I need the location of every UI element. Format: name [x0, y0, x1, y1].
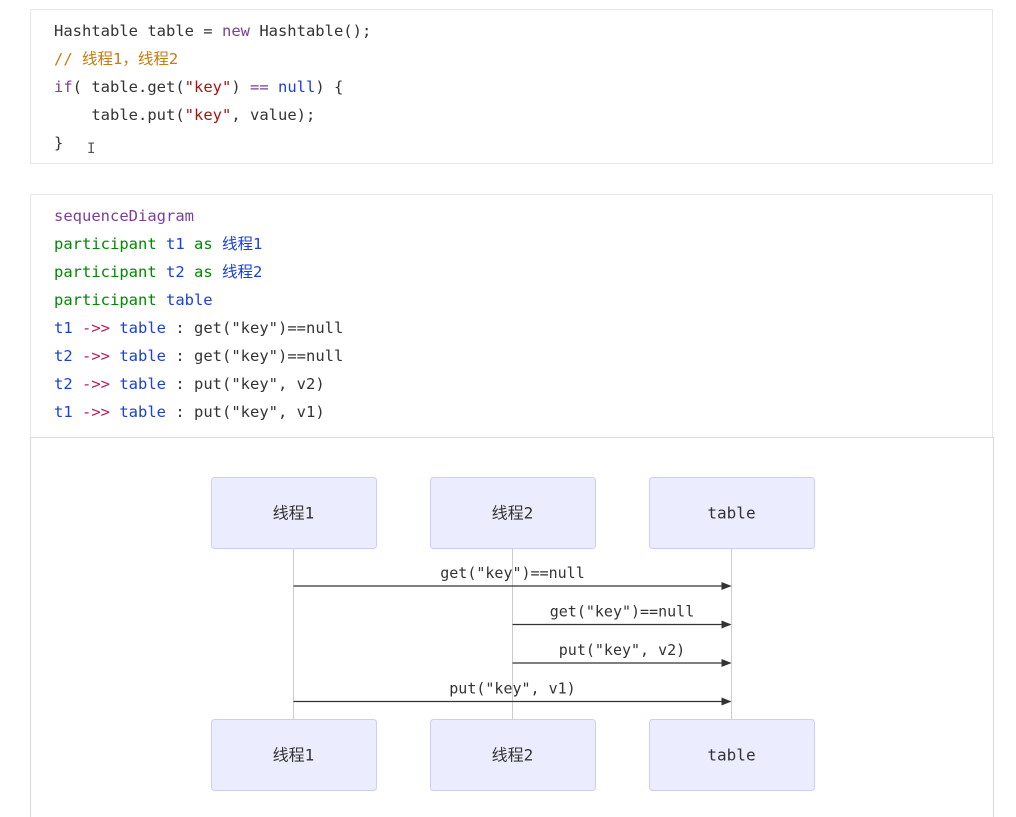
code-token: if	[54, 78, 73, 96]
code-block-hashtable[interactable]: Hashtable table = new Hashtable(); // 线程…	[30, 9, 993, 164]
code-token: : get("key")==null	[166, 347, 344, 365]
code-token: t1	[165, 235, 185, 253]
actor-label-t1-top: 线程1	[273, 504, 315, 523]
code-token: as	[184, 235, 222, 253]
code-line: t2 ->> table : put("key", v2)	[54, 370, 325, 398]
sequence-diagram-svg: 线程1 线程1 线程2 线程2 table table get("key")==null g…	[211, 477, 815, 791]
code-token: table	[119, 403, 167, 421]
code-token: 线程2	[221, 263, 263, 281]
text-cursor-icon: I	[87, 141, 96, 157]
code-token: participant	[54, 235, 166, 253]
code-line: participant t2 as 线程2	[54, 258, 262, 286]
code-token: ->>	[72, 403, 120, 421]
code-token: 线程1	[221, 235, 263, 253]
code-token: participant	[54, 263, 166, 281]
code-token: table	[165, 291, 213, 309]
message-label: get("key")==null	[440, 564, 585, 582]
code-token: t1	[54, 403, 73, 421]
code-line: Hashtable table = new Hashtable();	[54, 17, 371, 45]
code-token: table	[119, 347, 167, 365]
code-line: participant table	[54, 286, 213, 314]
code-token: "key"	[184, 78, 232, 96]
code-token: ) {	[315, 78, 344, 96]
code-token: "key"	[184, 106, 232, 124]
message-label: put("key", v2)	[559, 641, 685, 659]
code-line: participant t1 as 线程1	[54, 230, 262, 258]
code-line: }	[54, 129, 63, 157]
message-label: get("key")==null	[550, 603, 695, 621]
code-token: : put("key", v2)	[166, 375, 325, 393]
code-block-mermaid[interactable]: sequenceDiagram participant t1 as 线程1 pa…	[30, 194, 993, 438]
actor-label-t2-top: 线程2	[492, 504, 534, 523]
code-line: t1 ->> table : put("key", v1)	[54, 398, 325, 426]
code-line: // 线程1，线程2	[54, 45, 178, 73]
code-token: : put("key", v1)	[166, 403, 325, 421]
code-token: Hashtable table =	[54, 22, 222, 40]
code-line: if( table.get("key") == null) {	[54, 73, 343, 101]
code-token: ->>	[72, 375, 120, 393]
code-token: t2	[54, 375, 73, 393]
code-line: t1 ->> table : get("key")==null	[54, 314, 343, 342]
code-token: )	[231, 78, 250, 96]
code-token: ==	[250, 78, 269, 96]
code-token: t2	[54, 347, 73, 365]
code-token: sequenceDiagram	[54, 207, 194, 225]
code-token: : get("key")==null	[166, 319, 344, 337]
code-token: new	[221, 22, 250, 40]
code-token: table	[119, 319, 167, 337]
code-token: table	[119, 375, 167, 393]
code-token: as	[184, 263, 222, 281]
actor-label-t1-bottom: 线程1	[273, 746, 315, 765]
code-token: , value);	[231, 106, 316, 124]
actor-label-table-top: table	[707, 504, 755, 523]
sequence-diagram-preview: 线程1 线程1 线程2 线程2 table table get("key")==null g…	[30, 437, 994, 817]
code-line: sequenceDiagram	[54, 202, 194, 230]
code-token: table.put(	[54, 106, 185, 124]
actor-label-table-bottom: table	[707, 746, 755, 765]
code-token: // 线程1，线程2	[54, 50, 179, 68]
code-token: ->>	[72, 319, 120, 337]
code-token: participant	[54, 291, 166, 309]
code-token: null	[278, 78, 316, 96]
code-token: ->>	[72, 347, 120, 365]
code-token: ( table.get(	[72, 78, 185, 96]
message-label: put("key", v1)	[449, 680, 575, 698]
code-line: table.put("key", value);	[54, 101, 315, 129]
code-token: Hashtable();	[249, 22, 372, 40]
code-token: t1	[54, 319, 73, 337]
actor-label-t2-bottom: 线程2	[492, 746, 534, 765]
code-token: t2	[165, 263, 185, 281]
code-token: }	[54, 134, 64, 152]
code-line: t2 ->> table : get("key")==null	[54, 342, 343, 370]
